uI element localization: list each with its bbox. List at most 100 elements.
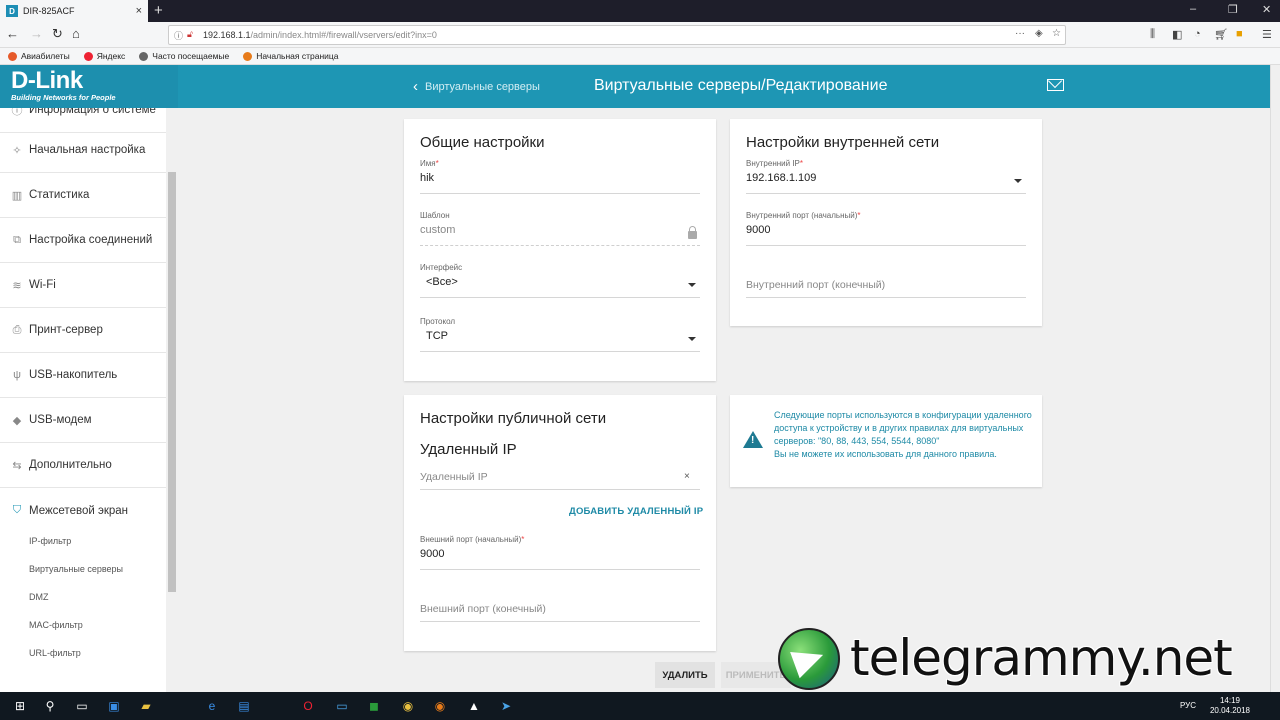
sidebar-item-firewall[interactable]: ⛉ Межсетевой экран (0, 488, 166, 533)
library-icon[interactable]: ⫼ (1150, 28, 1155, 41)
cart-icon[interactable]: 🛒︎ (1214, 28, 1228, 41)
required-marker: * (799, 159, 803, 168)
internal-port-start-value: 9000 (746, 224, 771, 236)
external-port-end-placeholder: Внешний порт (конечный) (420, 603, 546, 615)
bookmark-favicon-icon (8, 51, 17, 61)
bookmark-item[interactable]: Часто посещаемые (139, 51, 229, 61)
template-field: Шаблон custom (420, 211, 700, 247)
sidebar-item-wifi[interactable]: ≋ Wi-Fi (0, 263, 166, 308)
info-icon[interactable]: ⓘ (174, 29, 183, 42)
protocol-select[interactable]: Протокол TCP (420, 317, 700, 353)
sidebar-item-usb-modem[interactable]: ◆ USB-модем (0, 398, 166, 443)
external-port-end-field[interactable]: Внешний порт (конечный) (420, 603, 700, 623)
pocket-icon[interactable]: ◈ (1035, 28, 1043, 39)
dlink-logo[interactable]: D-Link Building Networks for People (0, 65, 178, 108)
url-path: /admin/index.html#/firewall/vservers/edi… (250, 30, 437, 40)
general-settings-title: Общие настройки (420, 134, 545, 151)
internal-ip-label: Внутренний IP (746, 159, 800, 168)
clock[interactable]: 14:19 20.04.2018 (1210, 696, 1250, 716)
warning-ports-text: Следующие порты используются в конфигура… (774, 410, 1032, 446)
monitor-icon[interactable]: ▭ (334, 698, 350, 714)
clear-icon[interactable]: × (684, 471, 690, 482)
sidebar-item-initial-setup[interactable]: ✧ Начальная настройка (0, 128, 166, 173)
internal-port-end-underline (746, 297, 1026, 298)
warning-icon (743, 431, 763, 448)
telegram-icon[interactable]: ➤ (498, 698, 514, 714)
search-icon[interactable]: ⚲ (42, 698, 58, 714)
name-field[interactable]: Имя* hik (420, 159, 700, 195)
mail-icon[interactable] (1047, 79, 1064, 91)
delete-button[interactable]: УДАЛИТЬ (655, 662, 715, 688)
sidebar-toggle-icon[interactable]: ◧ (1172, 28, 1182, 41)
warning-card: Следующие порты используются в конфигура… (730, 395, 1042, 487)
external-port-start-field[interactable]: Внешний порт (начальный)* 9000 (420, 535, 700, 571)
sidebar-item-statistics[interactable]: ▥ Статистика (0, 173, 166, 218)
maximize-icon[interactable]: ❐ (1228, 3, 1238, 16)
windows-start-icon[interactable]: ⊞ (12, 698, 28, 714)
remote-ip-title: Удаленный IP (420, 441, 517, 458)
firefox-icon[interactable]: ◉ (432, 698, 448, 714)
interface-select[interactable]: Интерфейс <Все> (420, 263, 700, 299)
home-icon[interactable]: ⌂ (72, 26, 80, 41)
sidebar-subitem-ip-filter[interactable]: IP-фильтр (29, 536, 71, 546)
page-actions-icon[interactable]: ··· (1015, 28, 1025, 39)
minimize-icon[interactable]: – (1190, 3, 1196, 15)
browser-tab[interactable]: D DIR-825ACF × (0, 0, 148, 22)
address-bar[interactable]: ⓘ 🔓︎ 192.168.1.1/admin/index.html#/firew… (168, 25, 1066, 45)
reload-icon[interactable]: ↻ (52, 26, 63, 42)
internal-port-start-label: Внутренний порт (начальный) (746, 211, 858, 220)
store-icon[interactable]: ▤ (236, 698, 252, 714)
extension-icon[interactable]: ■ (1236, 28, 1243, 40)
remote-ip-input[interactable]: Удаленный IP × (420, 471, 700, 491)
internal-ip-select[interactable]: Внутренний IP* 192.168.1.109 (746, 159, 1026, 195)
sidebar-item-advanced[interactable]: ⇆ Дополнительно (0, 443, 166, 488)
sidebar-subitem-dmz[interactable]: DMZ (29, 592, 49, 602)
bookmark-item[interactable]: Начальная страница (243, 51, 339, 61)
forward-icon[interactable]: → (30, 26, 43, 41)
sidebar-subitem-virtual-servers[interactable]: Виртуальные серверы (29, 564, 123, 574)
sidebar-subitem-mac-filter[interactable]: MAC-фильтр (29, 620, 83, 630)
sidebar-item-usb-storage[interactable]: ψ USB-накопитель (0, 353, 166, 398)
app-icon[interactable]: ▣ (106, 698, 122, 714)
page-title: Виртуальные серверы/Редактирование (594, 77, 888, 94)
file-explorer-icon[interactable]: ▰ (138, 698, 154, 714)
sidebar-item-print-server[interactable]: ⎙ Принт-сервер (0, 308, 166, 353)
name-label: Имя (420, 159, 436, 168)
app-header: D-Link Building Networks for People ‹ Ви… (0, 65, 1270, 108)
new-tab-icon[interactable]: + (154, 2, 163, 19)
page-scrollbar[interactable] (1270, 65, 1280, 692)
menu-icon[interactable]: ☰ (1262, 28, 1272, 41)
sidebar-item-connections[interactable]: ⧉ Настройка соединений (0, 218, 166, 263)
internal-port-end-field[interactable]: Внутренний порт (конечный) (746, 279, 1026, 299)
opera-icon[interactable]: O (300, 698, 316, 714)
bookmark-item[interactable]: Авиабилеты (8, 51, 70, 61)
name-underline (420, 193, 700, 194)
chrome-icon[interactable]: ◉ (400, 698, 416, 714)
bookmark-item[interactable]: Яндекс (83, 51, 125, 61)
sync-icon[interactable]: ◔ (1194, 28, 1201, 40)
photos-icon[interactable]: ▲ (466, 698, 482, 714)
connection-icon: ⧉ (13, 233, 21, 246)
sidebar-subitem-url-filter[interactable]: URL-фильтр (29, 648, 81, 658)
clock-date: 20.04.2018 (1209, 706, 1250, 715)
clock-time: 14:19 (1219, 696, 1240, 705)
language-indicator[interactable]: РУС (1180, 701, 1196, 710)
template-label: Шаблон (420, 211, 450, 220)
back-link[interactable]: ‹ Виртуальные серверы (413, 78, 540, 95)
printer-icon: ⎙ (12, 323, 22, 336)
telegram-globe-icon (778, 628, 840, 690)
internal-port-start-field[interactable]: Внутренний порт (начальный)* 9000 (746, 211, 1026, 247)
edge-icon[interactable]: e (204, 698, 220, 714)
paper-plane-icon (790, 641, 828, 679)
tab-close-icon[interactable]: × (136, 5, 142, 17)
internal-ip-underline (746, 193, 1026, 194)
app-icon[interactable]: ◼ (366, 698, 382, 714)
close-window-icon[interactable]: ✕ (1262, 3, 1271, 16)
chevron-down-icon (688, 337, 696, 341)
required-marker: * (857, 211, 861, 220)
task-view-icon[interactable]: ▭ (74, 698, 90, 714)
sidebar-scroll-thumb[interactable] (168, 172, 176, 592)
add-remote-ip-button[interactable]: ДОБАВИТЬ УДАЛЕННЫЙ IP (569, 506, 703, 517)
back-icon[interactable]: ← (6, 26, 19, 41)
bookmark-star-icon[interactable]: ☆ (1052, 28, 1061, 39)
